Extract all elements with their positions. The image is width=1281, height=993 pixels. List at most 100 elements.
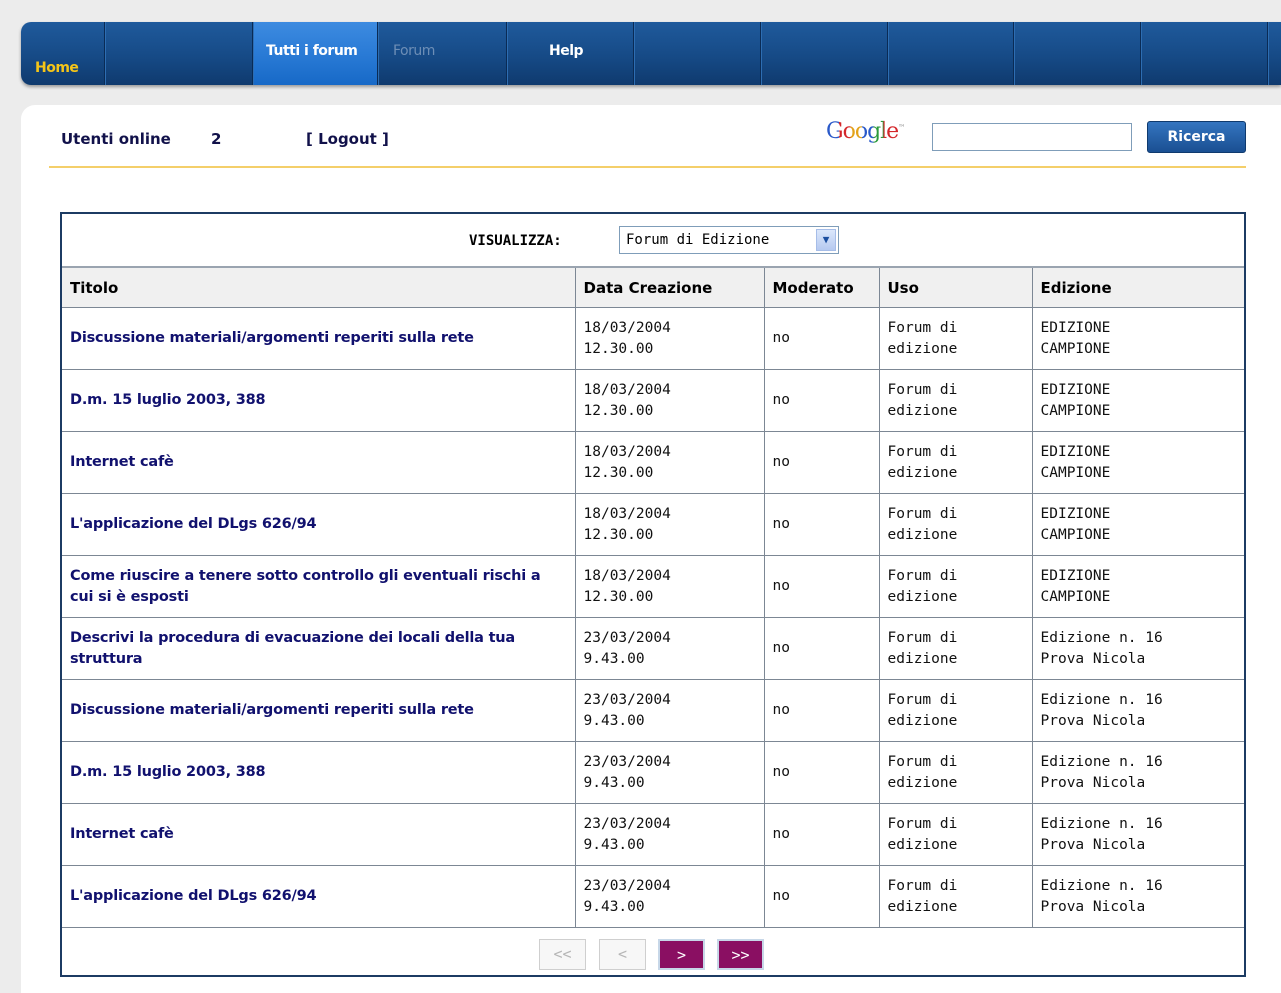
use-line-1: Forum di [887, 815, 958, 832]
use-cell: Forum di edizione [879, 679, 1033, 742]
creation-date: 23/03/2004 [583, 691, 671, 708]
creation-date: 23/03/2004 [583, 877, 671, 894]
moderated-value: no [772, 888, 790, 904]
edition-line-2: Prova Nicola [1040, 774, 1146, 791]
creation-time: 9.43.00 [583, 774, 645, 791]
use-cell: Forum di edizione [879, 803, 1033, 866]
pager-first-button[interactable]: << [539, 939, 586, 970]
forum-table-body: Discussione materiali/argomenti reperiti… [62, 307, 1244, 928]
moderated-cell: no [764, 865, 880, 928]
forum-title-cell[interactable]: Discussione materiali/argomenti reperiti… [62, 307, 576, 370]
search-input[interactable] [932, 123, 1132, 151]
nav-tab-help[interactable]: Help [507, 22, 634, 85]
nav-empty-cell [761, 22, 888, 85]
table-row: Discussione materiali/argomenti reperiti… [62, 307, 1244, 370]
pager-prev-button[interactable]: < [599, 939, 646, 970]
use-cell: Forum di edizione [879, 617, 1033, 680]
forum-title-link[interactable]: Internet cafè [70, 826, 174, 842]
pager-next-button[interactable]: > [658, 939, 705, 970]
moderated-cell: no [764, 741, 880, 804]
edition-cell: EDIZIONE CAMPIONE [1032, 555, 1244, 618]
forum-title-cell[interactable]: Internet cafè [62, 803, 576, 866]
use-line-2: edizione [887, 774, 958, 791]
moderated-cell: no [764, 555, 880, 618]
content-panel: Utenti online 2 [ Logout ] Google™ Ricer… [21, 105, 1281, 993]
forum-title-cell[interactable]: D.m. 15 luglio 2003, 388 [62, 369, 576, 432]
creation-date-cell: 23/03/2004 9.43.00 [575, 679, 765, 742]
nav-tab-home[interactable]: Home [21, 22, 105, 85]
column-header-data-creazione[interactable]: Data Creazione [575, 268, 765, 308]
edition-line-2: Prova Nicola [1040, 650, 1146, 667]
edition-cell: EDIZIONE CAMPIONE [1032, 493, 1244, 556]
header-divider [49, 166, 1246, 168]
pager-last-button[interactable]: >> [717, 939, 764, 970]
use-line-1: Forum di [887, 753, 958, 770]
moderated-cell: no [764, 493, 880, 556]
forum-title-link[interactable]: Discussione materiali/argomenti reperiti… [70, 330, 474, 346]
moderated-value: no [772, 826, 790, 842]
moderated-value: no [772, 392, 790, 408]
forum-title-link[interactable]: Descrivi la procedura di evacuazione dei… [70, 630, 515, 667]
creation-time: 12.30.00 [583, 464, 654, 481]
moderated-cell: no [764, 617, 880, 680]
creation-date: 18/03/2004 [583, 443, 671, 460]
column-header-moderato[interactable]: Moderato [764, 268, 880, 308]
google-logo: Google™ [826, 119, 905, 144]
use-line-1: Forum di [887, 443, 958, 460]
forum-title-cell[interactable]: Descrivi la procedura di evacuazione dei… [62, 617, 576, 680]
logout-link[interactable]: [ Logout ] [306, 130, 389, 148]
use-line-1: Forum di [887, 567, 958, 584]
forum-title-link[interactable]: L'applicazione del DLgs 626/94 [70, 516, 317, 532]
forum-title-link[interactable]: Internet cafè [70, 454, 174, 470]
use-line-2: edizione [887, 712, 958, 729]
table-row: Come riuscire a tenere sotto controllo g… [62, 555, 1244, 618]
forum-title-link[interactable]: D.m. 15 luglio 2003, 388 [70, 392, 266, 408]
use-cell: Forum di edizione [879, 741, 1033, 804]
creation-date-cell: 18/03/2004 12.30.00 [575, 369, 765, 432]
forum-title-cell[interactable]: Come riuscire a tenere sotto controllo g… [62, 555, 576, 618]
table-row: D.m. 15 luglio 2003, 388 18/03/2004 12.30.… [62, 369, 1244, 432]
creation-date: 18/03/2004 [583, 381, 671, 398]
column-header-edizione[interactable]: Edizione [1032, 268, 1244, 308]
forum-title-link[interactable]: D.m. 15 luglio 2003, 388 [70, 764, 266, 780]
forum-table: Titolo Data Creazione Moderato Uso Edizi… [62, 268, 1244, 928]
table-row: Descrivi la procedura di evacuazione dei… [62, 617, 1244, 680]
moderated-value: no [772, 702, 790, 718]
use-cell: Forum di edizione [879, 307, 1033, 370]
creation-time: 9.43.00 [583, 712, 645, 729]
forum-type-select[interactable]: Forum di Edizione ▼ [619, 226, 839, 254]
table-header-row: Titolo Data Creazione Moderato Uso Edizi… [62, 268, 1244, 308]
nav-tab-tutti-i-forum[interactable]: Tutti i forum [253, 22, 378, 85]
edition-line-2: CAMPIONE [1040, 464, 1111, 481]
google-logo-text: Google [826, 119, 899, 144]
column-header-titolo[interactable]: Titolo [62, 268, 576, 308]
users-online-count: 2 [211, 130, 222, 148]
moderated-value: no [772, 578, 790, 594]
moderated-value: no [772, 330, 790, 346]
forum-title-cell[interactable]: Discussione materiali/argomenti reperiti… [62, 679, 576, 742]
use-line-2: edizione [887, 464, 958, 481]
edition-line-2: CAMPIONE [1040, 402, 1111, 419]
search-button[interactable]: Ricerca [1147, 121, 1246, 153]
use-cell: Forum di edizione [879, 555, 1033, 618]
table-row: L'applicazione del DLgs 626/94 23/03/2004… [62, 865, 1244, 928]
forum-title-cell[interactable]: Internet cafè [62, 431, 576, 494]
moderated-cell: no [764, 679, 880, 742]
creation-date: 23/03/2004 [583, 815, 671, 832]
use-line-2: edizione [887, 898, 958, 915]
creation-date-cell: 18/03/2004 12.30.00 [575, 307, 765, 370]
forum-title-cell[interactable]: L'applicazione del DLgs 626/94 [62, 865, 576, 928]
forum-title-cell[interactable]: D.m. 15 luglio 2003, 388 [62, 741, 576, 804]
forum-title-cell[interactable]: L'applicazione del DLgs 626/94 [62, 493, 576, 556]
filter-label: VISUALIZZA: [469, 233, 562, 249]
edition-cell: Edizione n. 16 Prova Nicola [1032, 679, 1244, 742]
column-header-uso[interactable]: Uso [879, 268, 1033, 308]
creation-date-cell: 18/03/2004 12.30.00 [575, 493, 765, 556]
forum-title-link[interactable]: L'applicazione del DLgs 626/94 [70, 888, 317, 904]
forum-title-link[interactable]: Discussione materiali/argomenti reperiti… [70, 702, 474, 718]
nav-tab-tutti-i-forum-label: Tutti i forum [266, 43, 358, 59]
chevron-down-icon[interactable]: ▼ [816, 229, 836, 251]
edition-cell: Edizione n. 16 Prova Nicola [1032, 865, 1244, 928]
edition-cell: Edizione n. 16 Prova Nicola [1032, 617, 1244, 680]
forum-title-link[interactable]: Come riuscire a tenere sotto controllo g… [70, 568, 541, 605]
